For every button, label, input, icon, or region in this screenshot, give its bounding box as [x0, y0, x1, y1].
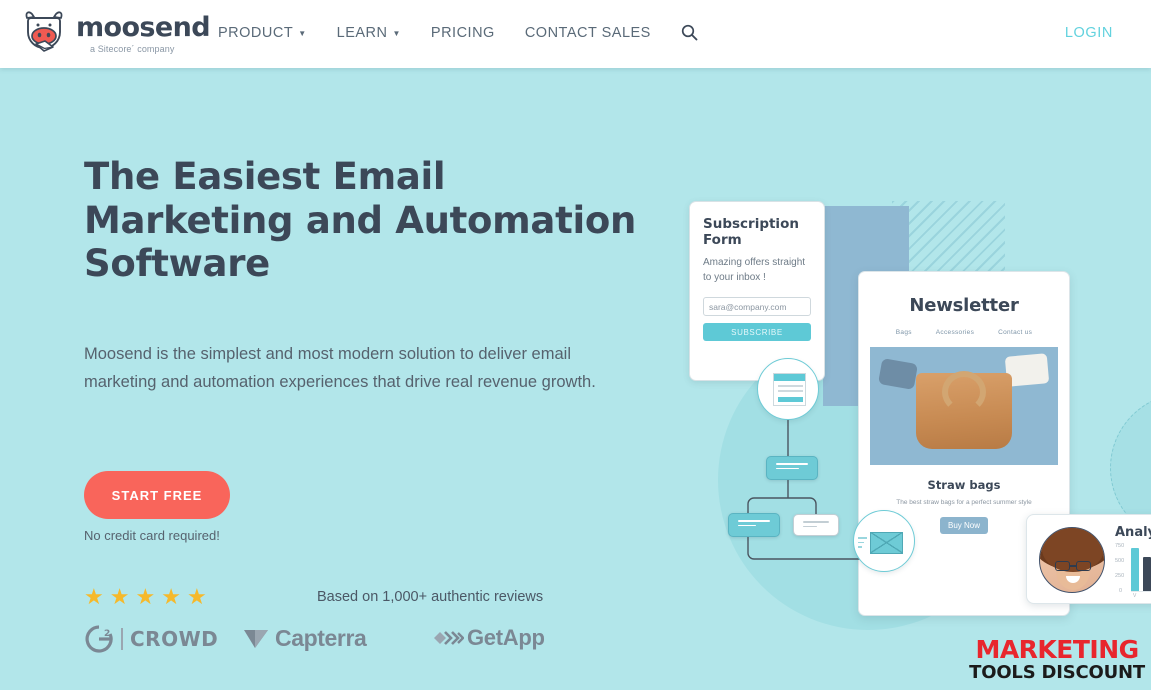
- email-action-node[interactable]: [853, 510, 915, 572]
- analytics-title: Analytics: [1115, 525, 1151, 540]
- no-credit-card-note: No credit card required!: [84, 528, 220, 543]
- glasses-icon: [1055, 561, 1091, 571]
- login-link[interactable]: LOGIN: [1065, 25, 1113, 41]
- chevron-down-icon: ▼: [298, 29, 307, 38]
- email-lines-icon: [858, 537, 867, 551]
- watermark-line-2: TOOLS DISCOUNT: [969, 662, 1145, 683]
- nav-label: PRODUCT: [218, 24, 294, 41]
- form-icon: [773, 373, 806, 406]
- chevron-down-icon: ▼: [392, 29, 401, 38]
- form-trigger-node[interactable]: [757, 358, 819, 420]
- nav-label: LEARN: [336, 24, 388, 41]
- getapp-logo-icon: [434, 631, 464, 645]
- bar-1: [1131, 548, 1139, 591]
- marketing-tools-discount-watermark: MARKETING TOOLS DISCOUNT: [969, 637, 1145, 682]
- capterra-logo-icon: [244, 630, 268, 648]
- start-free-button[interactable]: START FREE: [84, 471, 230, 519]
- star-rating: ★ ★ ★ ★ ★: [84, 586, 207, 608]
- watermark-line-1: MARKETING: [975, 635, 1139, 664]
- analytics-card: Analytics 750 500 250 0 V: [1026, 514, 1151, 604]
- getapp-label: GetApp: [467, 625, 545, 650]
- star-icon: ★: [161, 584, 181, 609]
- nav-item-learn[interactable]: LEARN ▼: [337, 25, 401, 41]
- hero-subtitle: Moosend is the simplest and most modern …: [84, 345, 596, 392]
- nav-label: PRICING: [430, 24, 495, 41]
- star-icon: ★: [109, 584, 130, 609]
- logo[interactable]: moosend a Sitecore´ company: [20, 8, 211, 60]
- newsletter-nav-contact[interactable]: Contact us: [998, 329, 1032, 336]
- hero-illustration: Subscription Form Amazing offers straigh…: [620, 68, 1151, 690]
- main-nav: PRODUCT ▼ LEARN ▼ PRICING CONTACT SALES: [218, 24, 698, 41]
- bar-2: [1143, 557, 1151, 591]
- y-tick-250: 250: [1115, 573, 1125, 579]
- automation-flow-diagram: [725, 358, 985, 598]
- g2-crowd-badge: 2 CROWD: [84, 624, 218, 654]
- star-icon: ★: [186, 584, 207, 609]
- star-icon: ★: [135, 584, 156, 609]
- x-tick-label: V: [1133, 593, 1137, 599]
- g2-crowd-label: CROWD: [130, 627, 219, 651]
- y-tick-750: 750: [1115, 543, 1125, 549]
- y-tick-0: 0: [1119, 588, 1123, 594]
- subscription-form-title: Subscription Form: [703, 216, 799, 249]
- nav-item-product[interactable]: PRODUCT ▼: [218, 25, 307, 41]
- g2-logo-icon: 2: [85, 625, 113, 653]
- capterra-badge: Capterra: [242, 624, 367, 652]
- divider: [121, 628, 123, 650]
- newsletter-nav-accessories[interactable]: Accessories: [936, 329, 974, 336]
- avatar: [1039, 527, 1105, 593]
- flow-step-2[interactable]: [728, 513, 780, 537]
- capterra-label: Capterra: [275, 624, 367, 651]
- subscribe-button[interactable]: SUBSCRIBE: [703, 323, 811, 342]
- flow-step-1[interactable]: [766, 456, 818, 480]
- review-platform-badges: 2 CROWD Capterra GetApp: [84, 624, 604, 660]
- nav-label: CONTACT SALES: [524, 24, 651, 41]
- subscription-form-card: Subscription Form Amazing offers straigh…: [689, 201, 825, 381]
- nav-item-contact-sales[interactable]: CONTACT SALES: [525, 25, 651, 41]
- newsletter-title: Newsletter: [909, 295, 1019, 316]
- cow-head-envelope-icon: [20, 8, 68, 60]
- search-icon[interactable]: [681, 24, 698, 41]
- newsletter-nav-bags[interactable]: Bags: [896, 329, 912, 336]
- logo-wordmark: moosend: [76, 12, 211, 43]
- subscription-form-description: Amazing offers straight to your inbox !: [703, 257, 806, 284]
- reviews-count-text: Based on 1,000+ authentic reviews: [317, 589, 544, 605]
- page-title: The Easiest Email Marketing and Automati…: [84, 155, 637, 286]
- newsletter-nav: Bags Accessories Contact us: [859, 329, 1069, 336]
- star-icon: ★: [84, 584, 104, 609]
- chart-baseline: [1131, 591, 1151, 592]
- site-header: moosend a Sitecore´ company PRODUCT ▼ LE…: [0, 0, 1151, 68]
- analytics-bars: [1131, 545, 1151, 591]
- svg-text:2: 2: [104, 629, 110, 639]
- email-field[interactable]: sara@company.com: [703, 297, 811, 317]
- envelope-icon: [870, 532, 903, 554]
- logo-tagline: a Sitecore´ company: [90, 44, 175, 54]
- analytics-chart: 750 500 250 0 V: [1115, 543, 1151, 599]
- y-tick-500: 500: [1115, 558, 1125, 564]
- nav-item-pricing[interactable]: PRICING: [431, 25, 495, 41]
- getapp-badge: GetApp: [432, 625, 545, 651]
- flow-step-3[interactable]: [793, 514, 839, 536]
